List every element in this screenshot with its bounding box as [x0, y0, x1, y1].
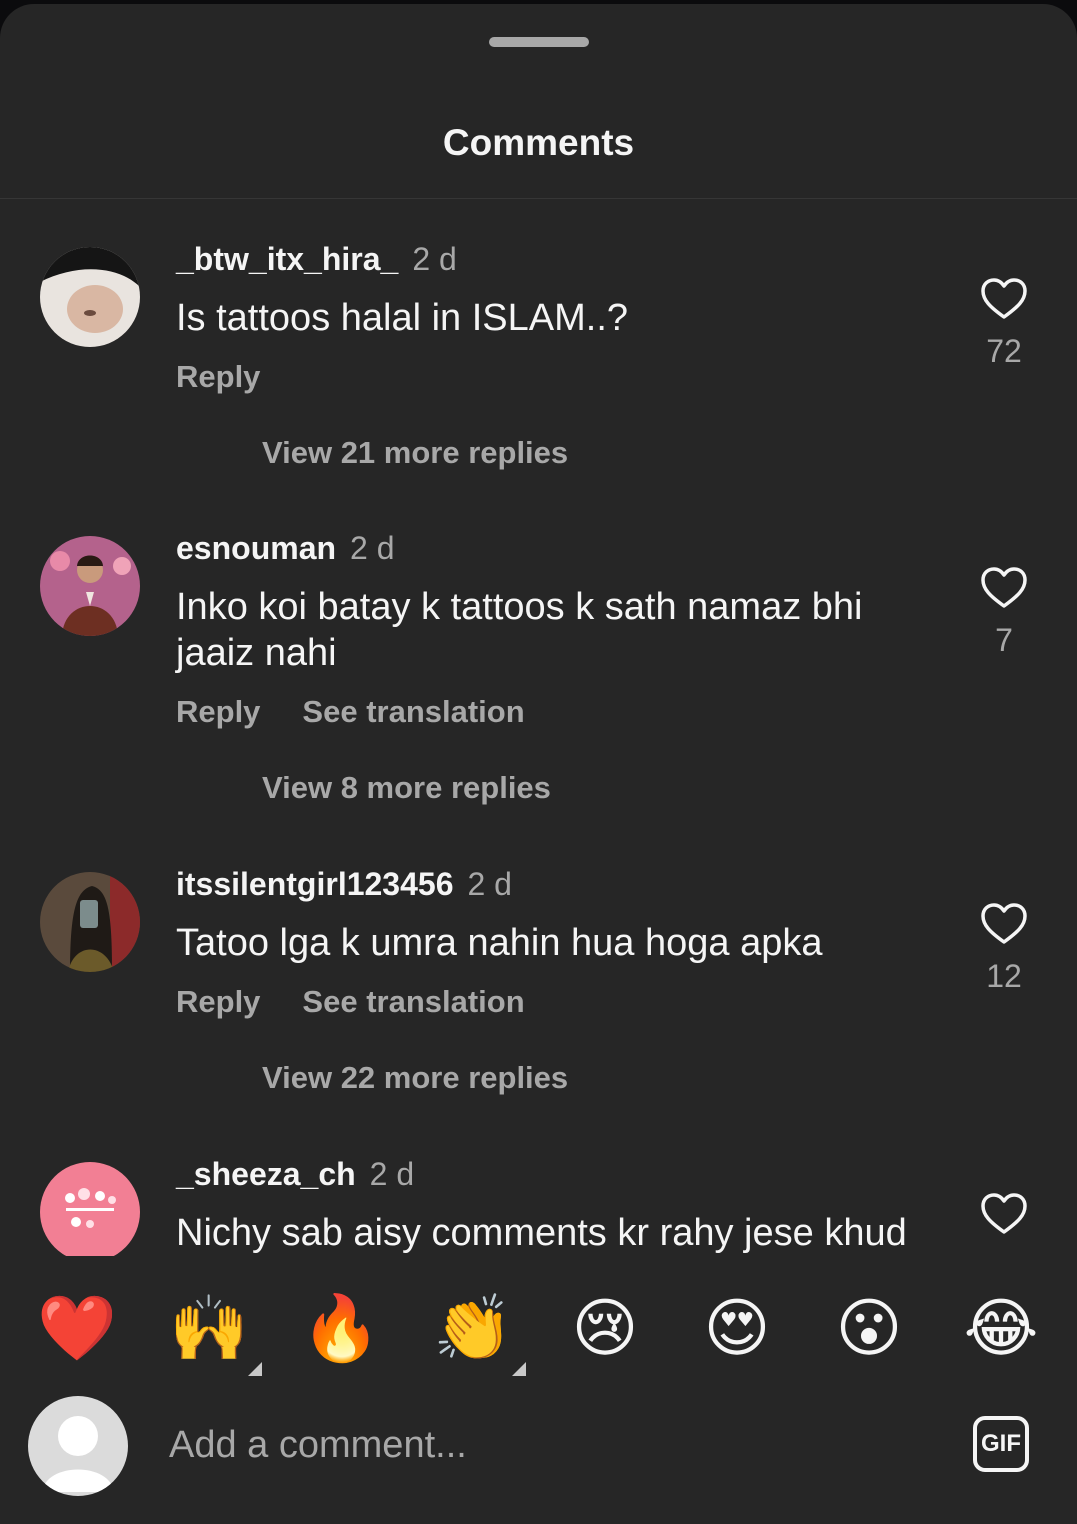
- view-replies-button[interactable]: View 8 more replies: [262, 770, 551, 806]
- comment-actions: Reply: [176, 359, 302, 395]
- drag-handle[interactable]: [489, 37, 589, 47]
- sheet-title: Comments: [442, 122, 635, 163]
- avatar[interactable]: [40, 536, 140, 636]
- user-avatar: [28, 1396, 128, 1496]
- comment-meta: _sheeza_ch 2 d: [176, 1156, 414, 1193]
- skin-tone-indicator-icon: [248, 1362, 262, 1376]
- username[interactable]: itssilentgirl123456: [176, 866, 453, 902]
- clapping-emoji: 👏: [433, 1292, 513, 1364]
- username[interactable]: _btw_itx_hira_: [176, 241, 398, 277]
- clapping-emoji-button[interactable]: 👏: [428, 1288, 526, 1376]
- heart-emoji-button[interactable]: ❤️: [32, 1288, 122, 1368]
- comment-actions: Reply See translation: [176, 984, 567, 1020]
- default-avatar-icon: [42, 1416, 114, 1492]
- timestamp: 2 d: [350, 530, 395, 566]
- view-replies-button[interactable]: View 22 more replies: [262, 1060, 568, 1096]
- gif-button[interactable]: GIF: [973, 1416, 1029, 1472]
- crying-emoji-button[interactable]: 😢: [560, 1288, 650, 1368]
- reply-button[interactable]: Reply: [176, 694, 260, 729]
- avatar[interactable]: [40, 872, 140, 972]
- username[interactable]: _sheeza_ch: [176, 1156, 356, 1192]
- raised-hands-emoji-button[interactable]: 🙌: [164, 1288, 262, 1376]
- view-replies-button[interactable]: View 21 more replies: [262, 435, 568, 471]
- heart-icon[interactable]: [980, 902, 1028, 946]
- like-control[interactable]: 72: [962, 277, 1046, 370]
- header-divider: [0, 198, 1077, 199]
- skin-tone-indicator-icon: [512, 1362, 526, 1376]
- see-translation-button[interactable]: See translation: [302, 984, 524, 1019]
- comment-meta: itssilentgirl123456 2 d: [176, 866, 512, 903]
- comment-meta: _btw_itx_hira_ 2 d: [176, 241, 457, 278]
- see-translation-button[interactable]: See translation: [302, 694, 524, 729]
- comment-text: Inko koi batay k tattoos k sath namaz bh…: [176, 586, 863, 674]
- like-control[interactable]: [962, 1192, 1046, 1236]
- reply-button[interactable]: Reply: [176, 359, 260, 394]
- heart-icon[interactable]: [980, 1192, 1028, 1236]
- quick-reaction-bar: ❤️ 🙌 🔥 👏 😢 😍 😮 😂: [0, 1260, 1077, 1390]
- surprised-emoji-button[interactable]: 😮: [824, 1288, 914, 1368]
- comment-actions: Reply See translation: [176, 694, 567, 730]
- like-count: 72: [986, 333, 1022, 369]
- like-count: 12: [986, 958, 1022, 994]
- laughing-emoji-button[interactable]: 😂: [956, 1288, 1046, 1368]
- comments-list[interactable]: _btw_itx_hira_ 2 d Is tattoos halal in IS…: [0, 200, 1077, 1256]
- username[interactable]: esnouman: [176, 530, 336, 566]
- heart-eyes-emoji-button[interactable]: 😍: [692, 1288, 782, 1368]
- comment-text: Nichy sab aisy comments kr rahy jese khu…: [176, 1212, 907, 1254]
- comment-meta: esnouman 2 d: [176, 530, 395, 567]
- like-count: 7: [995, 622, 1013, 658]
- comment-text: Tatoo lga k umra nahin hua hoga apka: [176, 922, 823, 964]
- fire-emoji-button[interactable]: 🔥: [296, 1288, 386, 1368]
- reply-button[interactable]: Reply: [176, 984, 260, 1019]
- timestamp: 2 d: [412, 241, 457, 277]
- comment-text: Is tattoos halal in ISLAM..?: [176, 297, 629, 339]
- comment-composer: GIF: [0, 1394, 1077, 1504]
- comment-input[interactable]: [167, 1416, 931, 1474]
- like-control[interactable]: 7: [962, 566, 1046, 659]
- comments-sheet: Comments _btw_itx_hira_ 2 d Is tattoos ha…: [0, 4, 1077, 1524]
- heart-icon[interactable]: [980, 277, 1028, 321]
- like-control[interactable]: 12: [962, 902, 1046, 995]
- timestamp: 2 d: [467, 866, 512, 902]
- avatar[interactable]: [40, 247, 140, 347]
- raised-hands-emoji: 🙌: [169, 1292, 249, 1364]
- heart-icon[interactable]: [980, 566, 1028, 610]
- avatar[interactable]: [40, 1162, 140, 1256]
- timestamp: 2 d: [369, 1156, 415, 1192]
